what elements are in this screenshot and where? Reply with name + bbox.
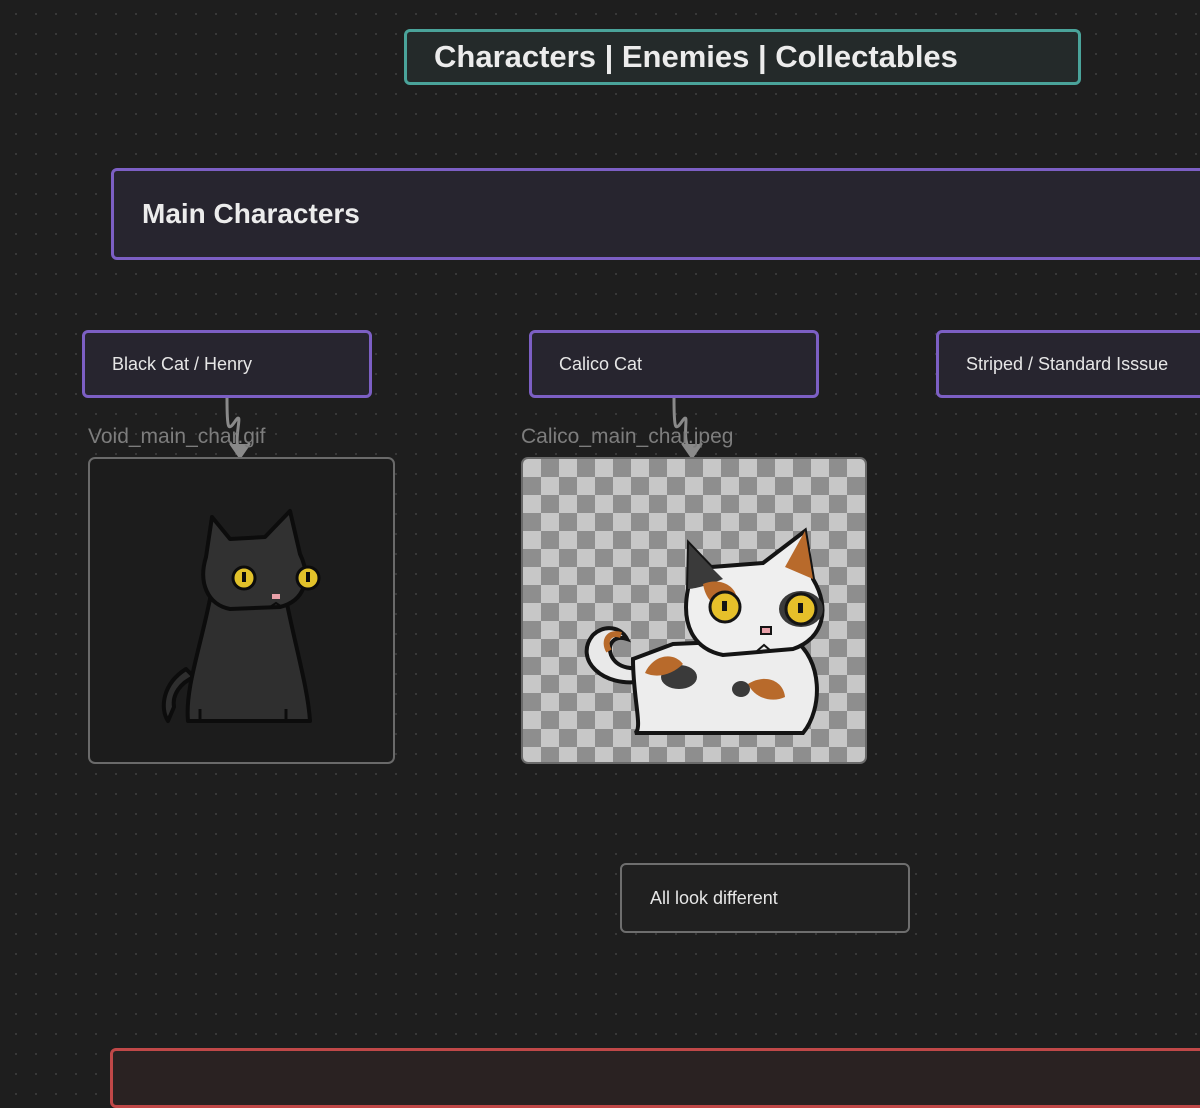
- image-filename-label: Void_main_char.gif: [88, 425, 266, 448]
- card-striped-cat[interactable]: Striped / Standard Isssue: [936, 330, 1200, 398]
- note-text: All look different: [650, 887, 778, 908]
- note-card[interactable]: All look different: [620, 863, 910, 933]
- card-label: Calico Cat: [559, 353, 643, 374]
- card-black-cat[interactable]: Black Cat / Henry: [82, 330, 372, 398]
- image-node-calico-cat[interactable]: [521, 457, 867, 764]
- image-node-black-cat[interactable]: [88, 457, 395, 764]
- canvas-title: Characters | Enemies | Collectables: [434, 39, 958, 74]
- card-label: Striped / Standard Isssue: [966, 353, 1169, 374]
- next-group-node[interactable]: [110, 1048, 1200, 1108]
- main-characters-group[interactable]: Main Characters: [111, 168, 1200, 260]
- image-filename-label: Calico_main_char.jpeg: [521, 425, 734, 448]
- canvas-title-node[interactable]: Characters | Enemies | Collectables: [404, 29, 1081, 85]
- section-title: Main Characters: [142, 198, 360, 229]
- card-label: Black Cat / Henry: [112, 353, 253, 374]
- black-cat-sprite: [161, 509, 321, 723]
- calico-cat-sprite: [584, 527, 825, 735]
- card-calico-cat[interactable]: Calico Cat: [529, 330, 819, 398]
